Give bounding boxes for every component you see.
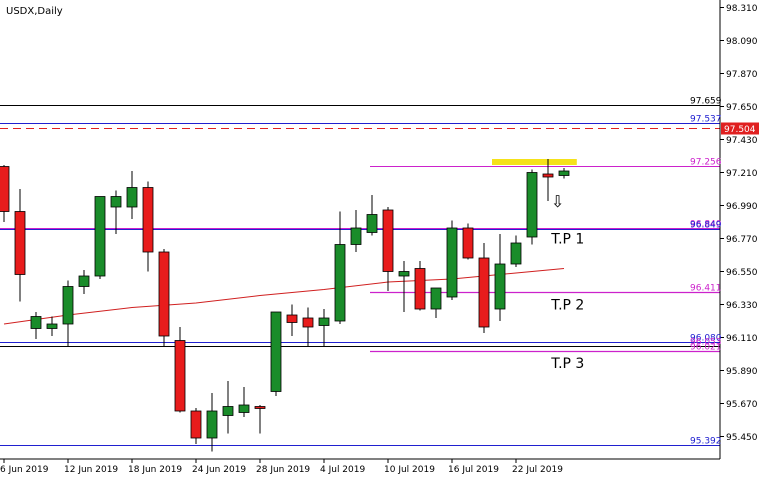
level-label: 95.392 — [690, 437, 722, 447]
candle-bear — [382, 209, 394, 272]
candle-bear — [414, 268, 426, 310]
down-arrow-icon: ⇩ — [551, 192, 564, 211]
symbol-label: USDX,Daily — [6, 6, 63, 17]
candle-bull — [110, 196, 122, 208]
time-tick-label: 24 Jun 2019 — [192, 465, 246, 475]
time-tick-label: 6 Jun 2019 — [0, 465, 49, 475]
candle-bear — [142, 187, 154, 253]
candle-bull — [366, 214, 378, 233]
candle-bull — [238, 404, 250, 413]
candlestick-chart: USDX,Daily T.P 1 T.P 2 T.P 3 ⇩ 98.310 98.090… — [0, 0, 768, 480]
candle-bear — [302, 317, 314, 328]
candle-bear — [462, 227, 474, 259]
highlight-layer — [492, 159, 577, 165]
candle-bull — [430, 287, 442, 310]
level-label: 96.849 — [690, 221, 722, 231]
candle-bull — [398, 271, 410, 277]
level-label: 97.256 — [690, 158, 722, 168]
target-label: T.P 1 — [550, 232, 584, 248]
time-tick-label: 16 Jul 2019 — [448, 465, 499, 475]
target-label: T.P 2 — [550, 298, 584, 314]
candle-bear — [14, 211, 26, 275]
time-tick-label: 28 Jun 2019 — [256, 465, 310, 475]
candle-bear — [254, 406, 266, 409]
level-label: 96.021 — [690, 343, 722, 353]
level-label: 96.411 — [690, 284, 722, 294]
price-tick-label: 97.210 — [726, 169, 758, 179]
price-tick-label: 97.650 — [726, 103, 758, 113]
candle-bear — [174, 340, 186, 412]
target-label: T.P 3 — [550, 356, 584, 372]
price-tick-label: 96.770 — [726, 235, 758, 245]
price-tick-label: 95.670 — [726, 400, 758, 410]
candle-bull — [62, 286, 74, 325]
price-tick-label: 96.990 — [726, 202, 758, 212]
price-tick-label: 95.450 — [726, 433, 758, 443]
candle-bull — [206, 410, 218, 439]
candle-bull — [350, 227, 362, 245]
price-tick-label: 98.090 — [726, 37, 758, 47]
candle-bull — [558, 170, 570, 176]
candle-bull — [30, 316, 42, 329]
candle-bull — [46, 323, 58, 329]
candle-bear — [478, 257, 490, 328]
candle-bear — [190, 410, 202, 439]
time-tick-label: 18 Jun 2019 — [128, 465, 182, 475]
current-price-label: 97.504 — [724, 125, 756, 135]
price-tick-label: 95.890 — [726, 367, 758, 377]
candle-bull — [270, 311, 282, 392]
time-tick-label: 4 Jul 2019 — [320, 465, 365, 475]
price-tick-label: 97.430 — [726, 136, 758, 146]
candle-bull — [334, 244, 346, 322]
price-tick-label: 96.330 — [726, 301, 758, 311]
candle-bull — [78, 275, 90, 287]
candle-bull — [222, 406, 234, 416]
candle-bull — [94, 196, 106, 277]
highlight-zone — [492, 159, 577, 165]
candle-bull — [446, 227, 458, 298]
price-tick-label: 96.110 — [726, 334, 758, 344]
chart-window: USDX,Daily T.P 1 T.P 2 T.P 3 ⇩ 98.310 98.090… — [0, 0, 768, 480]
candle-bear — [542, 173, 554, 178]
level-label: 97.659 — [690, 97, 722, 107]
candle-bull — [526, 172, 538, 238]
candle-bull — [494, 263, 506, 310]
time-tick-label: 22 Jul 2019 — [512, 465, 563, 475]
candle-bear — [0, 166, 10, 212]
price-tick-label: 96.550 — [726, 268, 758, 278]
time-tick-label: 12 Jun 2019 — [64, 465, 118, 475]
candle-bull — [318, 317, 330, 326]
candle-bull — [510, 242, 522, 265]
price-tick-label: 98.310 — [726, 4, 758, 14]
level-label: 97.537 — [690, 115, 722, 125]
price-tick-label: 97.870 — [726, 70, 758, 80]
candle-bear — [158, 251, 170, 337]
time-tick-label: 10 Jul 2019 — [384, 465, 435, 475]
candle-bear — [286, 314, 298, 323]
candle-bull — [126, 187, 138, 208]
